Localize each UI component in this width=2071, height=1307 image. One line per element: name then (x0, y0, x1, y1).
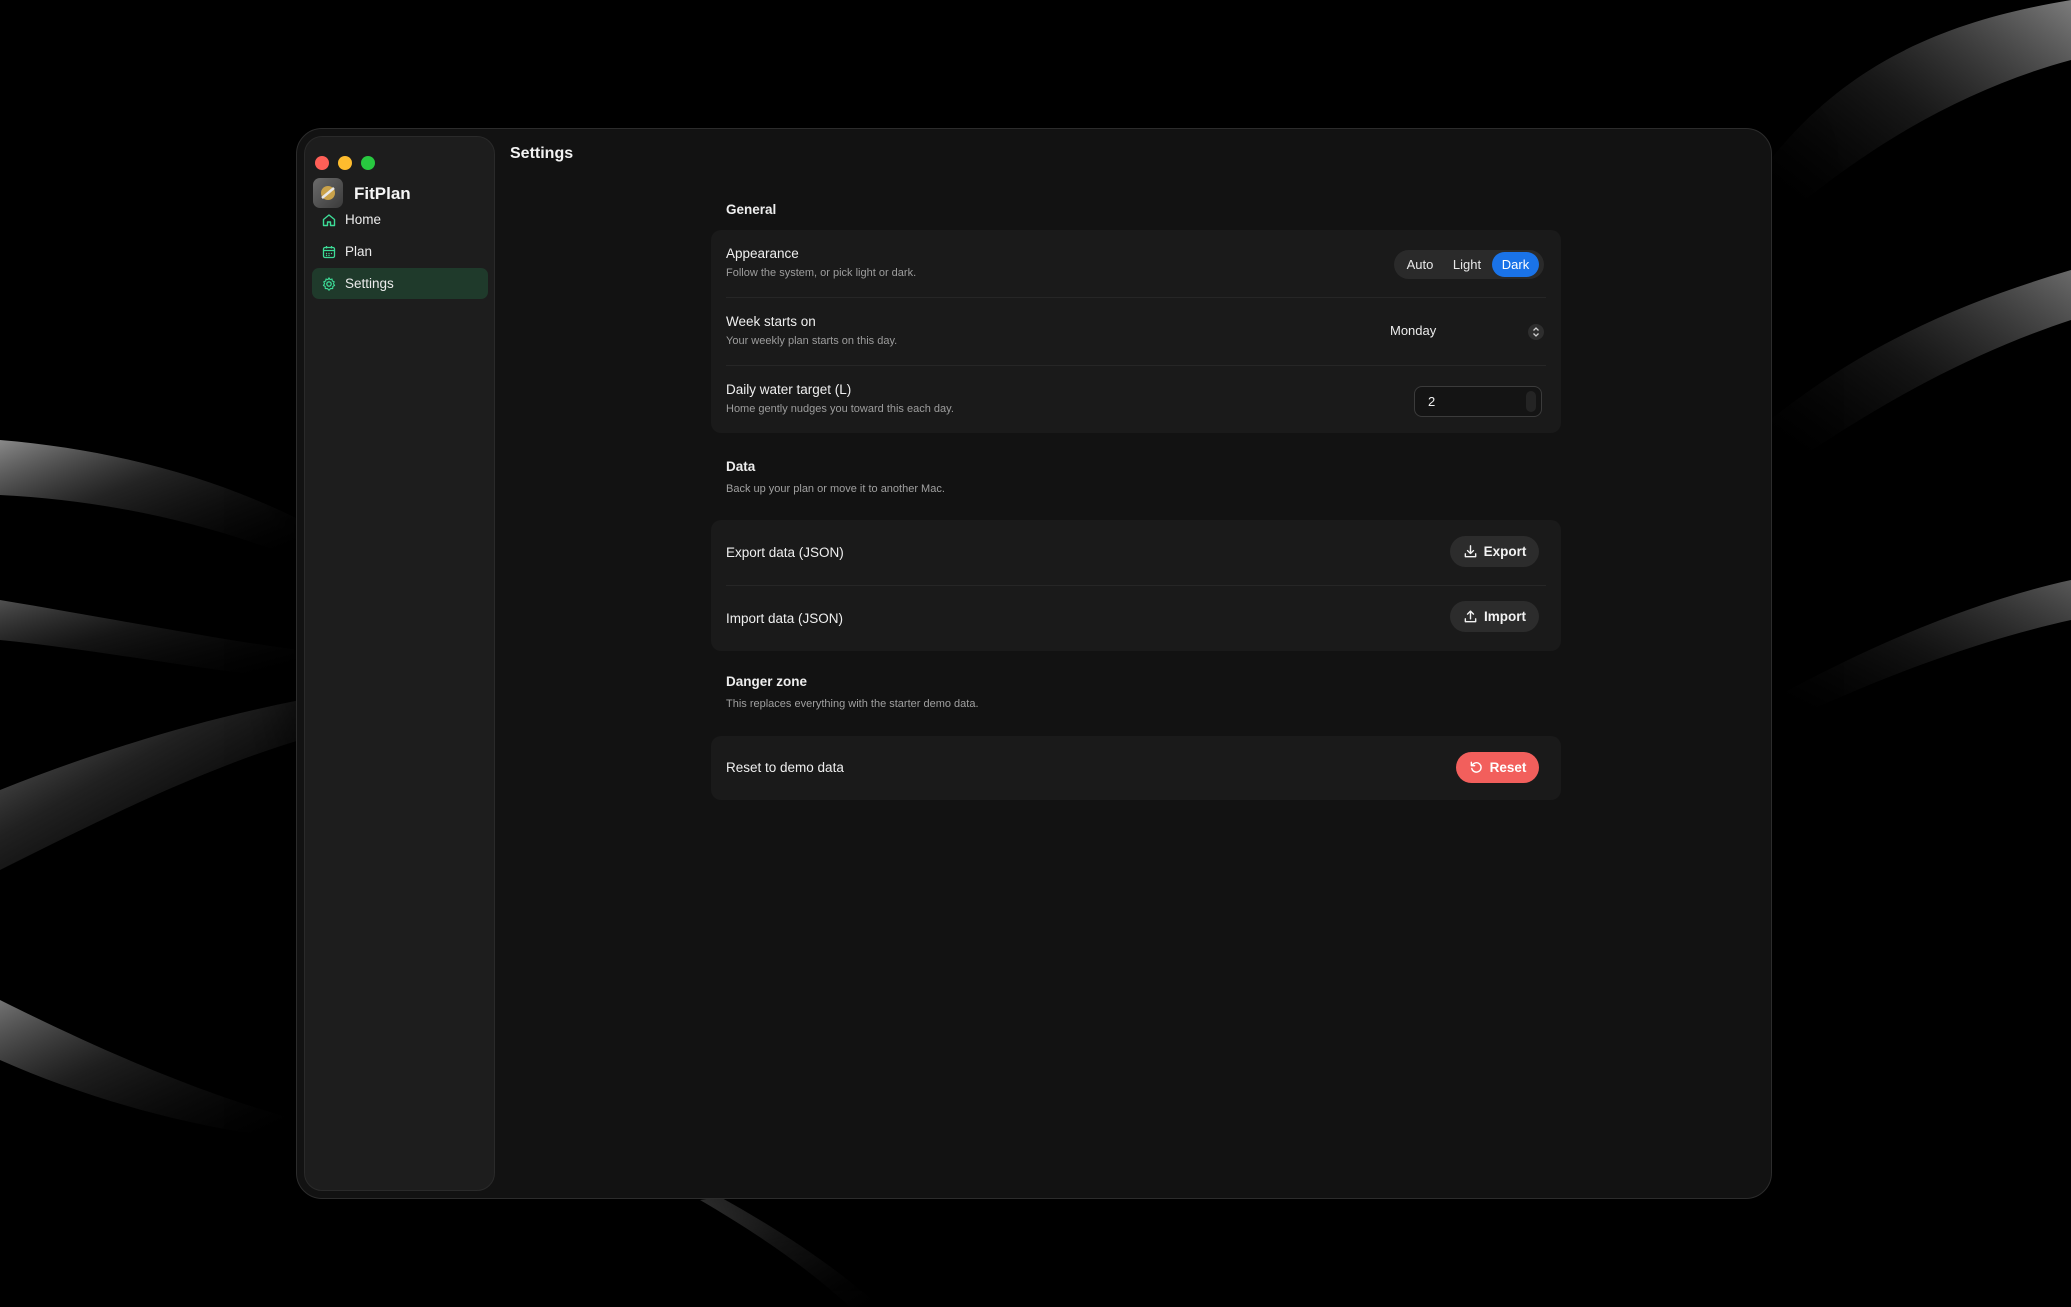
danger-card: Reset to demo data Reset (711, 736, 1561, 800)
week-start-row: Week starts on Your weekly plan starts o… (711, 298, 1561, 366)
maximize-window-button[interactable] (361, 156, 375, 170)
water-target-input[interactable]: 2 (1414, 386, 1542, 417)
export-button[interactable]: Export (1450, 536, 1539, 567)
week-start-description: Your weekly plan starts on this day. (726, 335, 898, 347)
reset-label: Reset to demo data (726, 760, 844, 775)
minimize-window-button[interactable] (338, 156, 352, 170)
sidebar-item-settings[interactable]: Settings (312, 268, 488, 299)
import-row: Import data (JSON) Import (711, 586, 1561, 651)
section-heading-general: General (726, 202, 777, 217)
close-window-button[interactable] (315, 156, 329, 170)
reset-button[interactable]: Reset (1456, 752, 1539, 783)
gear-icon (322, 276, 336, 291)
reset-button-label: Reset (1489, 760, 1527, 775)
upload-icon (1464, 610, 1477, 623)
water-target-label: Daily water target (L) (726, 382, 852, 397)
week-start-label: Week starts on (726, 314, 816, 329)
home-icon (322, 213, 336, 226)
calendar-icon (322, 245, 336, 258)
sidebar-item-label: Home (345, 212, 382, 227)
sidebar-item-plan[interactable]: Plan (312, 236, 488, 267)
reset-row: Reset to demo data Reset (711, 736, 1561, 800)
sidebar-item-home[interactable]: Home (312, 204, 488, 235)
sidebar: FitPlan Home Plan Settings (304, 136, 495, 1191)
water-target-row: Daily water target (L) Home gently nudge… (711, 366, 1561, 433)
sidebar-item-label: Plan (345, 244, 373, 259)
general-card: Appearance Follow the system, or pick li… (711, 230, 1561, 433)
page-title: Settings (510, 145, 574, 162)
week-start-select[interactable]: Monday (1390, 323, 1436, 338)
water-target-description: Home gently nudges you toward this each … (726, 403, 954, 415)
chevron-up-down-icon[interactable] (1528, 324, 1544, 340)
appearance-option-auto[interactable]: Auto (1398, 252, 1442, 277)
water-target-value: 2 (1428, 394, 1436, 409)
export-button-label: Export (1483, 544, 1527, 559)
water-target-stepper[interactable] (1526, 391, 1536, 412)
appearance-option-dark[interactable]: Dark (1492, 252, 1539, 277)
appearance-option-light[interactable]: Light (1442, 252, 1492, 277)
download-icon (1464, 545, 1476, 558)
data-card: Export data (JSON) Export Import data (J… (711, 520, 1561, 651)
appearance-label: Appearance (726, 246, 799, 261)
appearance-description: Follow the system, or pick light or dark… (726, 267, 917, 279)
reset-icon (1470, 761, 1482, 773)
section-heading-data: Data (726, 459, 756, 474)
section-heading-danger: Danger zone (726, 674, 808, 689)
export-label: Export data (JSON) (726, 545, 844, 560)
app-window: FitPlan Home Plan Settings Settings Gene… (296, 128, 1772, 1199)
sidebar-item-label: Settings (345, 276, 394, 291)
appearance-row: Appearance Follow the system, or pick li… (711, 230, 1561, 298)
section-description-danger: This replaces everything with the starte… (726, 698, 979, 710)
import-button[interactable]: Import (1450, 601, 1539, 632)
app-name: FitPlan (354, 184, 411, 203)
section-description-data: Back up your plan or move it to another … (726, 483, 945, 495)
import-label: Import data (JSON) (726, 611, 844, 626)
export-row: Export data (JSON) Export (711, 520, 1561, 585)
import-button-label: Import (1484, 609, 1526, 624)
appearance-segmented-control: Auto Light Dark (1394, 250, 1544, 279)
